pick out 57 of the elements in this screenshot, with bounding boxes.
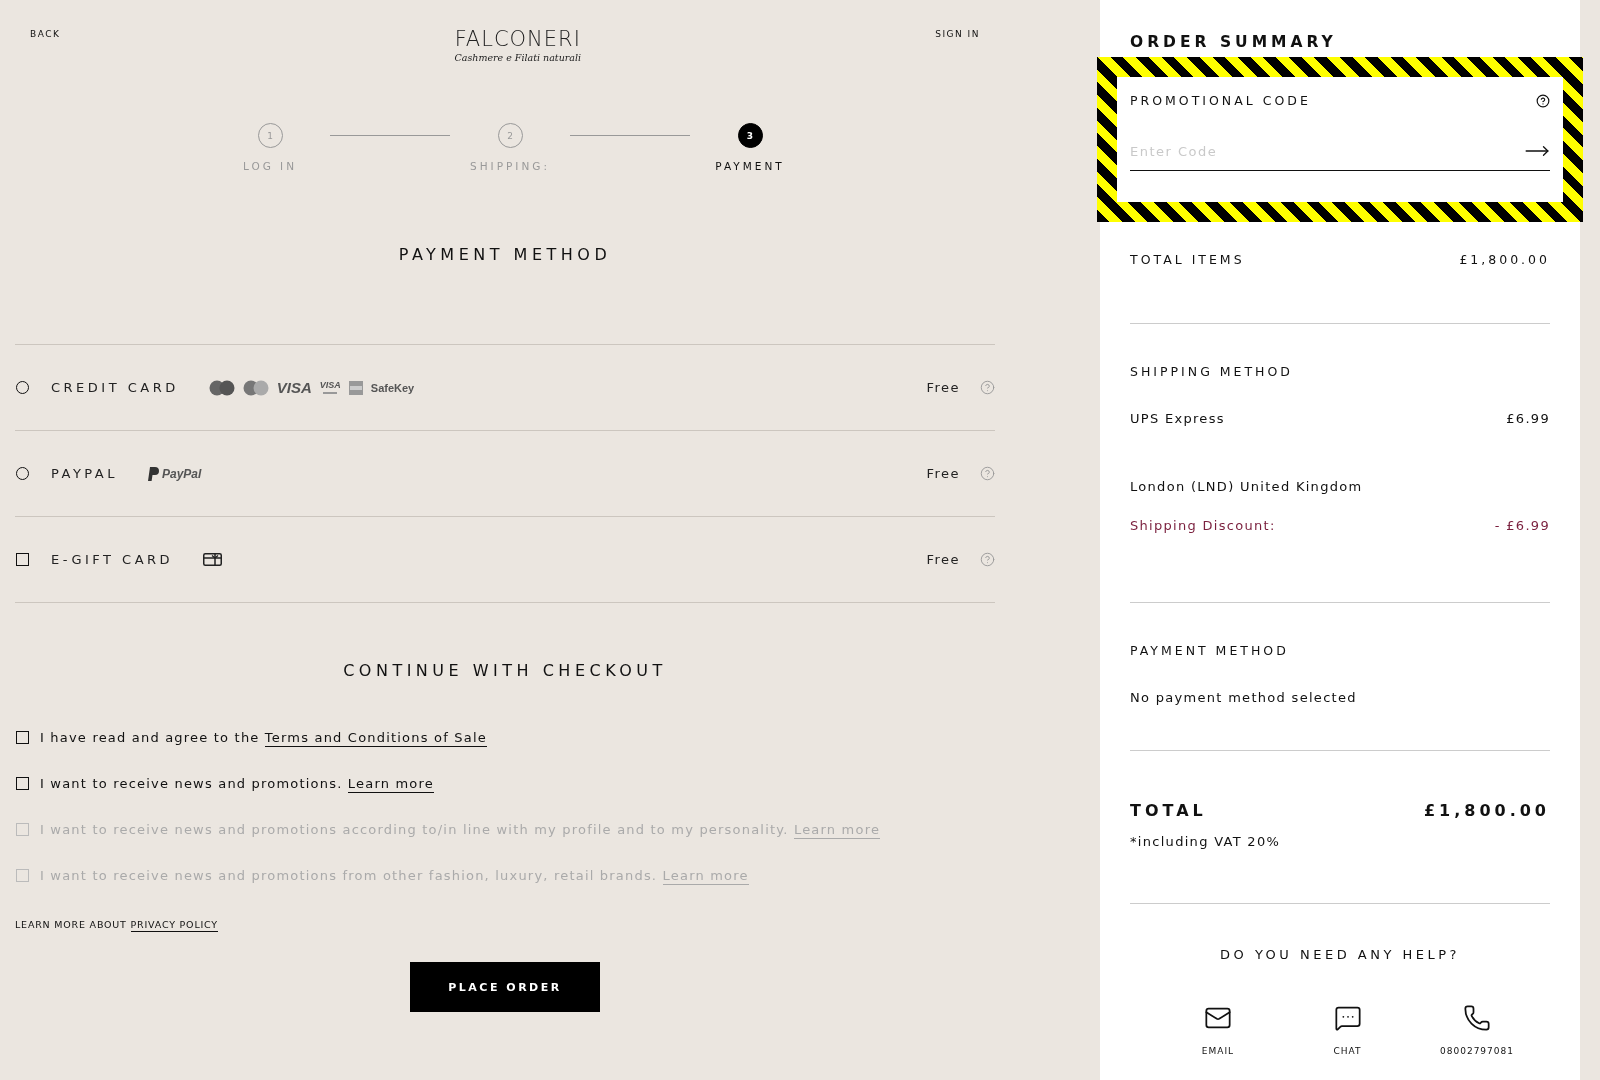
visa-electron-logo: VISA bbox=[319, 381, 341, 394]
contact-link[interactable]: 08002797081 bbox=[1432, 1004, 1522, 1056]
mastercard-logo-icon bbox=[242, 379, 269, 396]
visa-logo: VISA bbox=[276, 379, 312, 396]
gift-card-icon bbox=[203, 553, 223, 566]
payment-method-value: No payment method selected bbox=[1130, 690, 1358, 705]
price: Free bbox=[926, 552, 960, 567]
payment-method-label: E-GIFT CARD bbox=[51, 552, 174, 567]
shipping-address: London (LND) United Kingdom bbox=[1130, 479, 1364, 494]
checkbox[interactable] bbox=[16, 777, 29, 790]
total-value: £1,800.00 bbox=[1423, 801, 1550, 820]
help-icon[interactable] bbox=[1536, 93, 1550, 108]
vat-note: *including VAT 20% bbox=[1130, 834, 1282, 849]
summary-title: ORDER SUMMARY bbox=[1130, 33, 1338, 51]
brand-tagline: Cashmere e Filati naturali bbox=[454, 52, 582, 63]
privacy-policy-link[interactable]: PRIVACY POLICY bbox=[130, 919, 218, 932]
phone-icon bbox=[1463, 1004, 1491, 1032]
price: Free bbox=[926, 380, 960, 395]
privacy-note: LEARN MORE ABOUT PRIVACY POLICY bbox=[15, 919, 218, 930]
consent-link[interactable]: Learn more bbox=[347, 776, 434, 793]
brand-logo[interactable]: FALCONERI bbox=[454, 27, 581, 51]
shipping-price: £6.99 bbox=[1506, 411, 1550, 426]
payment-method-label: CREDIT CARD bbox=[51, 380, 179, 395]
place-order-button[interactable]: PLACE ORDER bbox=[410, 962, 600, 1012]
section-title: PAYMENT METHOD bbox=[397, 245, 613, 264]
discount-value: - £6.99 bbox=[1494, 518, 1550, 533]
consent-link[interactable]: Terms and Conditions of Sale bbox=[264, 730, 487, 747]
price: Free bbox=[926, 466, 960, 481]
total-items-value: £1,800.00 bbox=[1459, 252, 1550, 267]
total-items-label: TOTAL ITEMS bbox=[1130, 252, 1245, 267]
contact-link[interactable]: CHAT bbox=[1302, 1004, 1393, 1056]
checkbox[interactable] bbox=[16, 731, 29, 744]
step-label: LOG IN bbox=[242, 160, 298, 172]
back-link[interactable]: BACK bbox=[30, 27, 61, 39]
payment-method-title: PAYMENT METHOD bbox=[1130, 643, 1290, 658]
step-label: SHIPPING: bbox=[470, 160, 550, 172]
maestro-logo-icon bbox=[208, 379, 235, 396]
step-label: PAYMENT bbox=[715, 160, 785, 172]
amex-logo-icon bbox=[348, 380, 363, 395]
shipping-method-name: UPS Express bbox=[1130, 411, 1225, 426]
step-number: 3 bbox=[737, 123, 763, 148]
payment-method-label: PAYPAL bbox=[51, 466, 118, 481]
contact-link[interactable]: EMAIL bbox=[1173, 1004, 1263, 1056]
sign-in-link[interactable]: SIGN IN bbox=[935, 27, 980, 39]
paypal-p-icon bbox=[148, 466, 159, 481]
consent-text: I have read and agree to the Terms and Conditions of Sale bbox=[40, 730, 487, 745]
checkbox[interactable] bbox=[16, 553, 29, 566]
discount-label: Shipping Discount: bbox=[1130, 518, 1276, 533]
shipping-method-title: SHIPPING METHOD bbox=[1130, 364, 1294, 379]
total-label: TOTAL bbox=[1130, 801, 1207, 820]
paypal-logo: PayPal bbox=[162, 466, 202, 481]
promo-code-label: PROMOTIONAL CODE bbox=[1130, 93, 1311, 108]
consent-text: I want to receive news and promotions. Learn more bbox=[40, 776, 434, 791]
section-title: CONTINUE WITH CHECKOUT bbox=[342, 661, 668, 680]
help-title: DO YOU NEED ANY HELP? bbox=[1219, 947, 1461, 962]
chat-bubble-icon bbox=[1333, 1004, 1362, 1032]
safekey-logo: SafeKey bbox=[370, 381, 415, 394]
